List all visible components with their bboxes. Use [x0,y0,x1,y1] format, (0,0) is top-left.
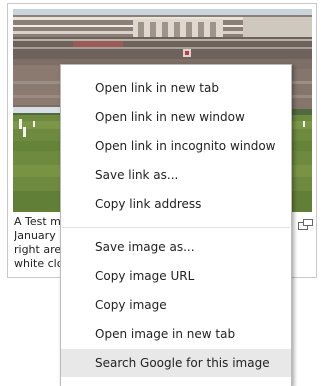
menu-item-open-image-new-tab[interactable]: Open image in new tab [61,320,291,348]
image-caption: A Test m January 2 right are white clo [14,215,66,271]
caption-line: white clo [14,257,64,270]
context-menu: Open link in new tab Open link in new wi… [60,64,292,386]
caption-line: right are [14,243,62,256]
menu-item-open-link-incognito[interactable]: Open link in incognito window [61,132,291,160]
expand-window-icon[interactable] [298,216,314,230]
menu-item-open-link-new-window[interactable]: Open link in new window [61,103,291,131]
menu-item-open-link-new-tab[interactable]: Open link in new tab [61,74,291,102]
page: A Test m January 2 right are white clo O… [0,0,326,386]
menu-separator [62,227,290,228]
caption-line: A Test m [14,215,61,228]
menu-item-save-link-as[interactable]: Save link as... [61,161,291,189]
menu-item-search-google-image[interactable]: Search Google for this image [61,349,291,377]
menu-item-copy-link-address[interactable]: Copy link address [61,190,291,218]
menu-item-copy-image[interactable]: Copy image [61,291,291,319]
menu-item-save-image-as[interactable]: Save image as... [61,233,291,261]
menu-item-copy-image-url[interactable]: Copy image URL [61,262,291,290]
caption-line: January 2 [14,229,66,242]
